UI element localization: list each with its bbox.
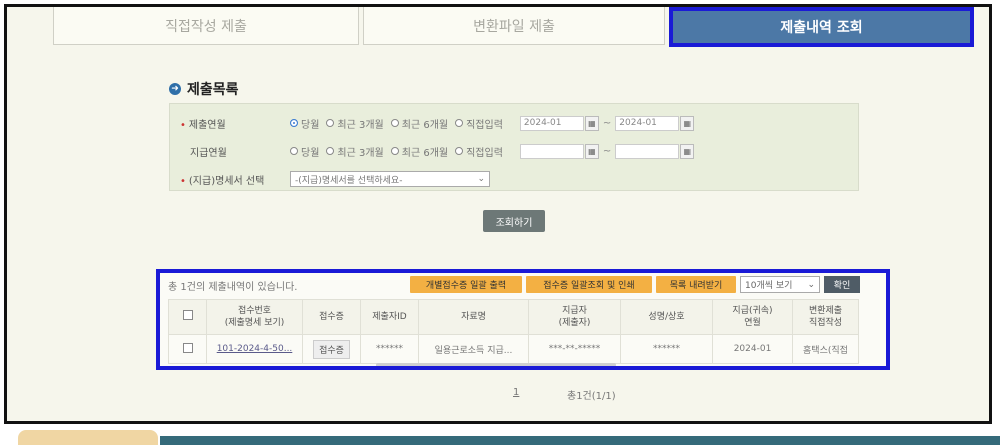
radio-current-month[interactable]: 당월 [290,144,319,159]
page-size-select[interactable]: 10개씩 보기 ⌄ [740,276,820,293]
table-row: 101-2024-4-50... 접수증 ****** 일용근로소득 지급...… [168,334,859,364]
table-header-row: 접수번호 (제출명세 보기) 접수증 제출자ID 자료명 지급자 (제출자) 성명/… [168,299,859,335]
radio-dot [455,147,464,155]
col-receipt-no: 접수번호 (제출명세 보기) [206,299,303,335]
submit-to-input[interactable]: 2024-01 [615,115,680,131]
radio-6-months[interactable]: 최근 6개월 [390,144,448,159]
bottom-decoration [18,430,158,445]
radio-current-month[interactable]: 당월 [290,116,319,131]
bottom-bar [160,436,1000,445]
submitter-id-cell: ****** [360,334,419,364]
calendar-icon[interactable]: ▦ [680,143,695,159]
filter-row-statement: • (지급)명세서 선택 -(지급)명세서를 선택하세요- ⌄ [180,170,490,188]
col-name: 성명/상호 [620,299,713,335]
page-number[interactable]: 1 [513,387,519,398]
receipt-button[interactable]: 접수증 [313,339,350,359]
radio-3-months[interactable]: 최근 3개월 [326,116,384,131]
calendar-icon[interactable]: ▦ [680,115,695,131]
col-method: 변환제출 직접작성 [792,299,859,335]
method-cell: 홈택스(직접 [792,334,859,364]
required-mark: • [180,175,186,187]
required-mark: • [180,119,186,131]
filter-row-pay-month: 지급연월 당월 최근 3개월 최근 6개월 직접입력 ▦ ~ ▦ [180,142,695,160]
filter-row-submit-month: • 제출연월 당월 최근 3개월 최근 6개월 직접입력 2024-01 ▦ ~ … [180,114,695,132]
chevron-down-icon: ⌄ [477,174,485,184]
section-title-text: 제출목록 [187,82,239,98]
radio-dot [390,119,399,127]
radio-3-months[interactable]: 최근 3개월 [326,144,384,159]
radio-direct-input[interactable]: 직접입력 [455,116,503,131]
radio-dot [390,147,399,155]
col-receipt: 접수증 [302,299,361,335]
col-data-name: 자료명 [418,299,529,335]
radio-dot [326,147,335,155]
pay-month-label: 지급연월 [190,147,227,159]
calendar-icon[interactable]: ▦ [584,143,599,159]
col-submitter-id: 제출자ID [360,299,419,335]
pay-to-input[interactable] [615,143,680,159]
bulk-view-print-button[interactable]: 접수증 일괄조회 및 인쇄 [526,276,652,293]
calendar-icon[interactable]: ▦ [584,115,599,131]
col-payer: 지급자 (제출자) [528,299,621,335]
name-cell: ****** [620,334,713,364]
submit-month-label: 제출연월 [188,119,226,131]
page-total: 총1건(1/1) [567,391,616,402]
payer-cell: ***-**-***** [528,334,621,364]
arrow-circle-icon: ➜ [169,83,181,95]
confirm-button[interactable]: 확인 [824,276,860,293]
tab-submission-history[interactable]: 제출내역 조회 [669,7,974,47]
results-summary: 총 1건의 제출내역이 있습니다. [168,282,298,293]
submit-from-input[interactable]: 2024-01 [519,115,584,131]
horizontal-scrollbar[interactable] [376,363,616,366]
tab-direct-submit[interactable]: 직접작성 제출 [53,7,359,45]
receipt-no-link[interactable]: 101-2024-4-50... [217,344,293,354]
results-table: 접수번호 (제출명세 보기) 접수증 제출자ID 자료명 지급자 (제출자) 성명/… [168,299,859,364]
row-checkbox[interactable] [182,342,193,353]
radio-dot [290,119,298,127]
download-list-button[interactable]: 목록 내려받기 [656,276,736,293]
search-button[interactable]: 조회하기 [483,210,545,232]
tab-file-submit[interactable]: 변환파일 제출 [363,7,665,45]
filter-panel: • 제출연월 당월 최근 3개월 최근 6개월 직접입력 2024-01 ▦ ~ … [169,103,859,191]
pay-from-input[interactable] [519,143,584,159]
radio-6-months[interactable]: 최근 6개월 [390,116,448,131]
radio-dot [290,147,298,155]
tab-bar: 직접작성 제출 변환파일 제출 제출내역 조회 [53,7,978,47]
chevron-down-icon: ⌄ [807,279,815,290]
radio-dot [455,119,464,127]
statement-select[interactable]: -(지급)명세서를 선택하세요- ⌄ [290,171,490,187]
select-all-checkbox[interactable] [182,310,193,320]
results-panel: 총 1건의 제출내역이 있습니다. 개별접수증 일괄 출력 접수증 일괄조회 및… [156,269,890,370]
section-title: ➜ 제출목록 [169,79,239,99]
data-name-cell: 일용근로소득 지급... [418,334,529,364]
main-frame: 직접작성 제출 변환파일 제출 제출내역 조회 ➜ 제출목록 • 제출연월 당월 … [4,4,992,424]
period-cell: 2024-01 [712,334,793,364]
col-period: 지급(귀속) 연월 [712,299,793,335]
radio-dot [326,119,335,127]
radio-direct-input[interactable]: 직접입력 [455,144,503,159]
bulk-print-receipts-button[interactable]: 개별접수증 일괄 출력 [410,276,522,293]
statement-label: (지급)명세서 선택 [188,175,265,187]
